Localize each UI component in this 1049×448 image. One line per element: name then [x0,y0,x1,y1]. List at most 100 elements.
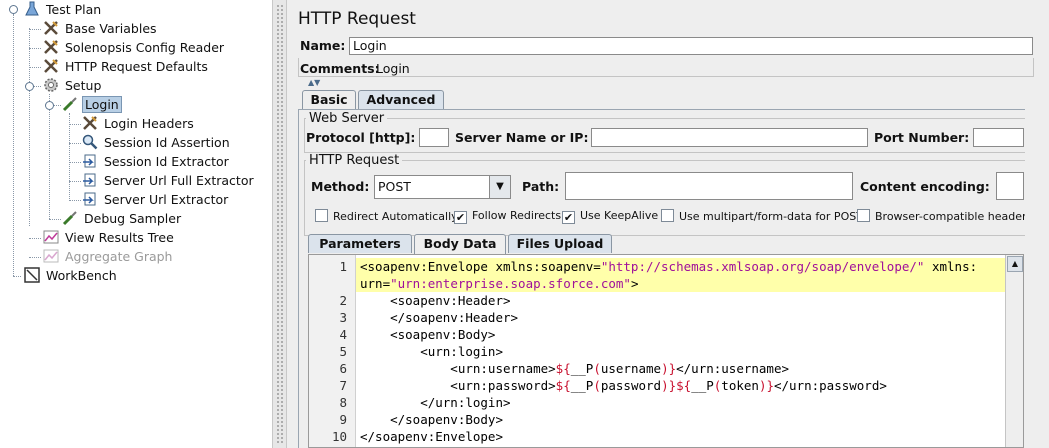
wrench-screwdriver-icon [43,39,59,55]
tree-item-view-results-tree[interactable]: View Results Tree [43,228,176,247]
line-number-gutter: 1 2 3 4 5 6 7 8 9 10 [309,255,356,447]
panel-scrollbar[interactable] [1025,90,1049,448]
tree-connector [29,238,41,239]
tree-item-server-url-extractor[interactable]: Server Url Extractor [82,190,230,209]
http-request-legend: HTTP Request [306,153,403,168]
chevron-down-icon[interactable]: ▼ [489,176,510,198]
wrench-screwdriver-icon [43,20,59,36]
use-keepalive-checkbox[interactable]: ✔ Use KeepAlive [562,209,658,224]
line-number: 3 [339,310,347,325]
tree-item-aggregate-graph[interactable]: Aggregate Graph [43,247,174,266]
tree-item-session-id-extractor[interactable]: Session Id Extractor [82,152,231,171]
checkbox-box [857,209,870,222]
tree-connector [13,14,14,276]
tree-connector [69,124,81,125]
web-server-legend: Web Server [306,111,388,126]
code-line: <soapenv:Header> [360,293,511,308]
tree-connector [29,257,41,258]
multipart-form-data-checkbox[interactable]: Use multipart/form-data for POST [661,209,863,224]
code-line: </soapenv:Header> [360,310,519,325]
graph-icon [43,248,59,264]
tree-connector [49,94,50,219]
checkbox-box [661,209,674,222]
collapse-arrows-icon[interactable]: ▲▼ [308,78,320,87]
tab-advanced[interactable]: Advanced [358,90,444,109]
line-number: 6 [339,361,347,376]
path-label: Path: [522,179,560,194]
name-label: Name: [300,38,346,53]
code-line: <soapenv:Body> [360,327,496,342]
line-number: 7 [339,378,347,393]
tree-item-http-request-defaults[interactable]: HTTP Request Defaults [43,57,210,76]
line-number: 1 [339,259,347,274]
checkbox-label: Use multipart/form-data for POST [679,210,863,223]
line-number: 10 [331,429,347,444]
tree-connector [29,67,41,68]
expand-toggle-icon[interactable] [25,82,34,91]
scroll-up-arrow-icon[interactable]: ▲ [1007,256,1023,272]
tree-item-debug-sampler[interactable]: Debug Sampler [62,209,183,228]
redirect-automatically-checkbox[interactable]: Redirect Automatically [315,209,458,224]
extractor-icon [82,172,98,188]
code-line: </soapenv:Envelope> [360,429,503,444]
editor-scrollbar[interactable]: ▲ [1005,255,1023,447]
extractor-icon [82,191,98,207]
code-line: urn="urn:enterprise.soap.sforce.com"> [360,276,639,291]
tree-item-session-id-assertion[interactable]: Session Id Assertion [82,133,232,152]
code-line: </urn:login> [360,395,511,410]
test-plan-tree[interactable]: Test Plan Base Variables Solenopsis Conf… [0,0,272,448]
tree-item-login-headers[interactable]: Login Headers [82,114,196,133]
tab-parameters[interactable]: Parameters [308,234,412,253]
checkbox-label: Browser-compatible headers [875,210,1033,223]
pipette-sampler-icon [62,210,78,226]
split-pane-divider[interactable] [272,0,287,448]
tree-item-workbench[interactable]: WorkBench [24,266,119,285]
browser-compatible-headers-checkbox[interactable]: Browser-compatible headers [857,209,1032,224]
method-label: Method: [311,179,370,194]
protocol-field[interactable] [419,128,449,147]
tree-item-base-variables[interactable]: Base Variables [43,19,159,38]
graph-icon [43,229,59,245]
method-value: POST [378,179,411,194]
wrench-screwdriver-icon [43,58,59,74]
tab-files-upload[interactable]: Files Upload [508,234,612,253]
tree-connector [69,143,81,144]
port-number-field[interactable] [973,128,1024,147]
page-title: HTTP Request [298,9,416,29]
tab-basic[interactable]: Basic [302,90,356,110]
path-field[interactable] [565,172,853,200]
port-number-label: Port Number: [874,130,970,145]
method-select[interactable]: POST ▼ [374,175,511,199]
tree-connector [69,113,70,201]
checkbox-label: Redirect Automatically [333,210,458,223]
flask-icon [24,1,40,17]
line-number: 5 [339,344,347,359]
gear-icon [43,77,59,93]
name-field[interactable]: Login [349,37,1033,55]
server-name-field[interactable] [591,128,868,147]
code-line: <urn:username>${__P(username)}</urn:user… [360,361,790,376]
checkmark-icon: ✔ [454,211,467,224]
tree-item-solenopsis-config-reader[interactable]: Solenopsis Config Reader [43,38,226,57]
tree-item-setup[interactable]: Setup [43,76,103,95]
checkbox-label: Use KeepAlive [580,209,659,222]
expand-toggle-icon[interactable] [45,101,54,110]
tree-item-test-plan[interactable]: Test Plan [24,0,103,19]
tab-body-data[interactable]: Body Data [414,234,506,254]
content-encoding-field[interactable] [996,172,1024,200]
tree-connector [29,48,41,49]
follow-redirects-checkbox[interactable]: ✔ Follow Redirects [454,209,561,224]
body-data-editor[interactable]: 1 2 3 4 5 6 7 8 9 10 <soapenv:Envelope x… [308,254,1024,448]
comments-box [298,58,1034,77]
tree-item-login[interactable]: Login [62,95,122,114]
wrench-screwdriver-icon [82,115,98,131]
tree-connector [29,28,30,226]
tree-connector [49,219,61,220]
checkbox-box [315,209,328,222]
expand-toggle-icon[interactable] [9,5,18,14]
content-encoding-label: Content encoding: [860,179,990,194]
tree-item-server-url-full-extractor[interactable]: Server Url Full Extractor [82,171,256,190]
tree-connector [13,276,21,277]
code-line: <urn:password>${__P(password)}${__P(toke… [360,378,887,393]
line-number: 4 [339,327,347,342]
